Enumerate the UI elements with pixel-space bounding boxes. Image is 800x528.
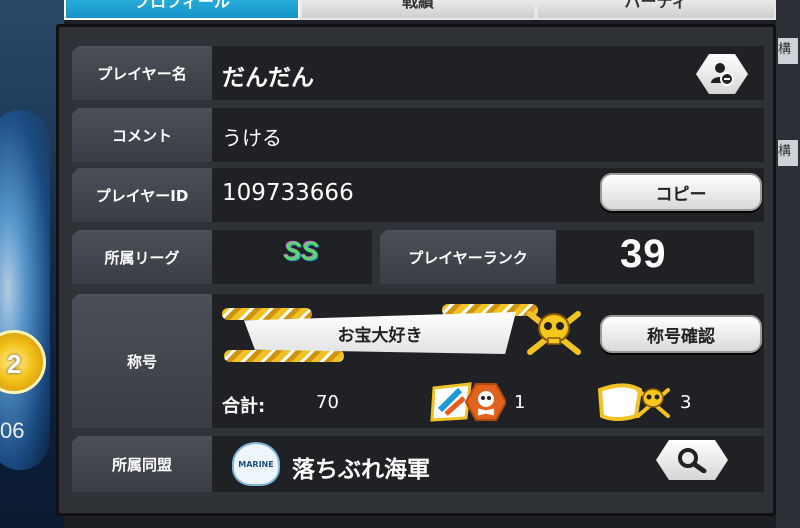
tab-profile[interactable]: プロフィール [64, 0, 300, 20]
row-bg [212, 108, 764, 162]
title-category-1-icon [430, 382, 506, 422]
title-category-1-count: 1 [514, 392, 526, 413]
alliance-label: 所属同盟 [72, 436, 212, 492]
alliance-search-button[interactable] [656, 440, 728, 480]
rope-decoration [224, 350, 344, 362]
user-settings-icon [711, 63, 734, 86]
title-category-2-count: 3 [680, 392, 692, 413]
copy-id-button[interactable]: コピー [600, 173, 762, 211]
player-rank: 39 [620, 232, 667, 276]
background-tag: 構 [778, 140, 798, 166]
tab-bar: プロフィール 戦績 パーティ [64, 0, 776, 22]
league-label: 所属リーグ [72, 230, 212, 284]
tab-party[interactable]: パーティ [536, 0, 776, 20]
total-value: 70 [316, 392, 339, 413]
comment-text: うける [222, 126, 282, 150]
background-character-art: 2 06 [0, 0, 64, 528]
background-tag: 構 [778, 38, 798, 64]
player-id: 109733666 [222, 180, 354, 206]
water-splash-graphic [0, 110, 50, 470]
league-badge: SS [284, 236, 319, 266]
tab-record[interactable]: 戦績 [300, 0, 536, 20]
title-banner: お宝大好き [222, 302, 542, 364]
title-confirm-button[interactable]: 称号確認 [600, 315, 762, 353]
rank-label: プレイヤーランク [380, 230, 556, 284]
skull-crossbones-icon [527, 311, 581, 355]
alliance-name: 落ちぶれ海軍 [292, 457, 430, 483]
title-label: 称号 [72, 294, 212, 428]
player-id-label: プレイヤーID [72, 168, 212, 222]
title-category-2-icon [597, 383, 670, 421]
total-label: 合計: [222, 396, 266, 417]
comment-label: コメント [72, 108, 212, 162]
player-name: だんだん [222, 65, 314, 91]
search-icon [678, 448, 707, 473]
alliance-emblem: MARINE [232, 442, 280, 486]
alliance-emblem-text: MARINE [238, 459, 274, 469]
rope-decoration [222, 308, 312, 320]
player-name-label: プレイヤー名 [72, 46, 212, 100]
background-number: 06 [0, 418, 25, 443]
background-right-strip: 構 構 [776, 0, 800, 528]
